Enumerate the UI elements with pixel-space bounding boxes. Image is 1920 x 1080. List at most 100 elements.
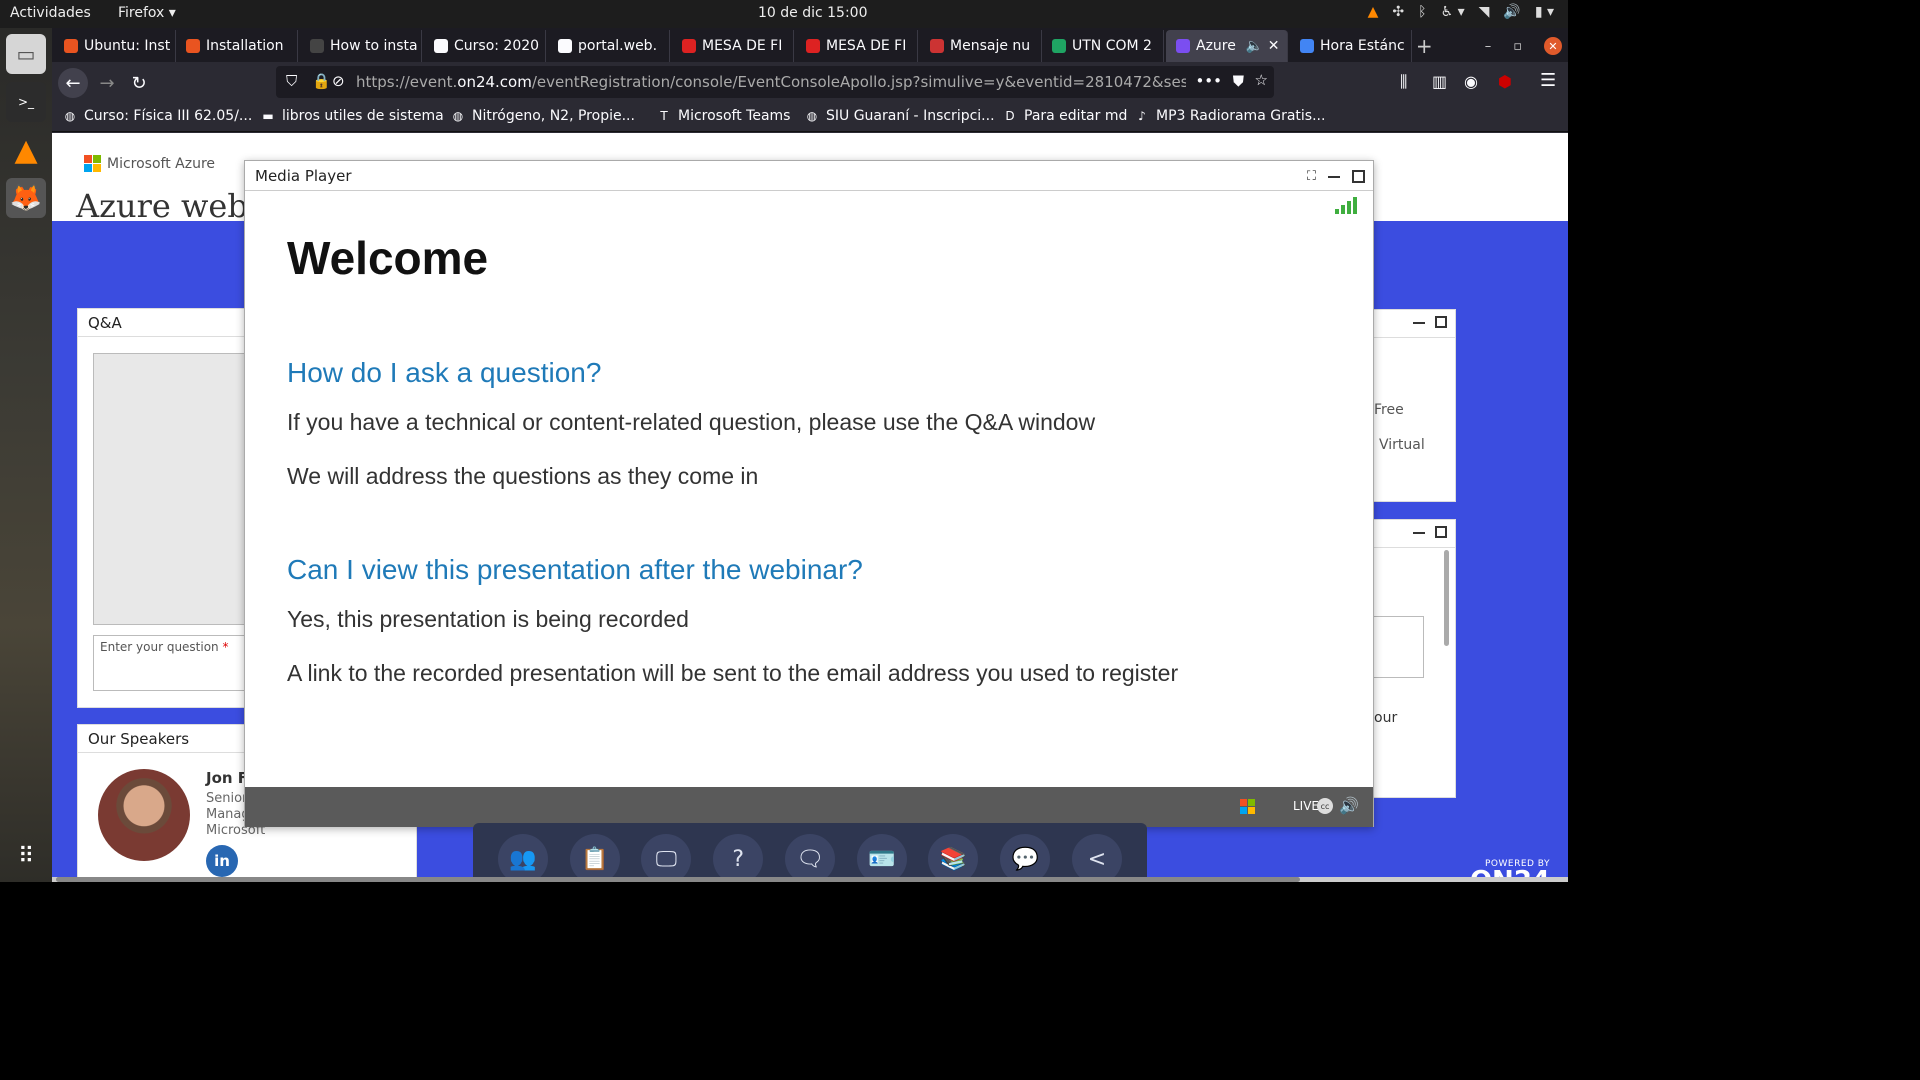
browser-tab[interactable]: Hora Estánc [1290,30,1412,62]
bookmark-item[interactable]: ◍ SIU Guaraní - Inscripci... [804,108,995,124]
browser-tab[interactable]: portal.web. [548,30,670,62]
people-icon[interactable]: 👥 [497,834,548,882]
browser-tab[interactable]: Azure 🔈 ✕ [1166,30,1288,62]
url-text[interactable]: https://event.on24.com/eventRegistration… [356,73,1186,91]
closed-captions-icon[interactable]: cc [1317,798,1333,814]
browser-tab[interactable]: Mensaje nu [920,30,1042,62]
bookmark-item[interactable]: ♪ MP3 Radiorama Gratis... [1134,108,1325,124]
microsoft-logo-icon [1240,799,1255,814]
battery-icon[interactable]: ▮ ▾ [1535,4,1554,20]
browser-tab[interactable]: Installation [176,30,298,62]
bookmarks-toolbar: ◍ Curso: Física III 62.05/... ▬ libros util… [52,102,1568,132]
browser-tab[interactable]: MESA DE FI [672,30,794,62]
vlc-icon[interactable]: ▲ [6,130,46,170]
contact-card-icon[interactable]: 🪪 [856,834,907,882]
vlc-tray-icon[interactable]: ▲ [1368,4,1379,20]
maximize-panel-icon[interactable] [1352,170,1365,183]
close-icon[interactable]: ✕ [1544,37,1562,55]
panel-scrollbar[interactable] [1444,550,1449,646]
qa-messages-area[interactable] [93,353,253,625]
speaker-qa-icon[interactable]: 🗨 [784,834,835,882]
forward-icon[interactable]: → [92,68,122,98]
firefox-icon[interactable]: 🦊 [6,178,46,218]
lock-icon[interactable]: 🔒 [312,72,331,90]
bookmark-star-icon[interactable]: ☆ [1255,71,1268,89]
clipboard-icon[interactable]: 📋 [569,834,620,882]
url-bar[interactable]: ⛉ 🔒 ⊘ https://event.on24.com/eventRegist… [276,66,1274,98]
app-menu[interactable]: Firefox ▾ [118,5,176,21]
minimize-panel-icon[interactable] [1413,322,1425,324]
page-actions-icon[interactable]: ••• [1195,72,1222,90]
tab-label: Installation [206,38,284,54]
bookmark-item[interactable]: T Microsoft Teams [656,108,790,124]
pocket-icon[interactable]: ⛊ [1233,72,1244,90]
new-tab-button[interactable]: + [1416,34,1433,58]
tab-close-icon[interactable]: 🔈 ✕ [1246,38,1280,54]
horizontal-scrollbar[interactable] [52,877,1568,882]
right-panel-1: Free Virtual [1374,309,1456,502]
volume-icon[interactable]: 🔊 [1503,4,1520,20]
bookmark-item[interactable]: ◍ Nitrógeno, N2, Propie... [450,108,635,124]
teams-icon: T [660,109,668,123]
tab-label: portal.web. [578,38,658,54]
bookmark-label: SIU Guaraní - Inscripci... [826,108,995,124]
browser-tab[interactable]: MESA DE FI [796,30,918,62]
sidebar-icon[interactable]: ▥ [1432,72,1447,91]
network-tray-icon[interactable]: ✣ [1392,4,1404,20]
minimize-panel-icon[interactable] [1413,532,1425,534]
bookmark-item[interactable]: ▬ libros utiles de sistema [260,108,444,124]
minimize-panel-icon[interactable] [1328,175,1340,178]
system-tray[interactable]: ▲ ✣ ᛒ ♿ ▾ ◥ 🔊 ▮ ▾ [1368,4,1554,20]
wifi-icon[interactable]: ◥ [1479,4,1490,20]
clock[interactable]: 10 de dic 15:00 [758,5,867,21]
tab-label: Hora Estánc [1320,38,1405,54]
tab-favicon-icon [186,39,200,53]
browser-window: Ubuntu: Inst Installation How to insta Curs… [52,28,1568,882]
share-icon[interactable]: < [1072,834,1122,882]
panel-input[interactable] [1374,616,1424,678]
media-player-controls: ⛶ [1307,169,1365,184]
browser-tab[interactable]: How to insta [300,30,422,62]
bluetooth-icon[interactable]: ᛒ [1418,4,1426,20]
bookmark-item[interactable]: D Para editar md [1002,108,1127,124]
account-icon[interactable]: ◉ [1464,72,1478,91]
maximize-panel-icon[interactable] [1435,316,1447,328]
activities-button[interactable]: Actividades [10,5,91,21]
menu-icon[interactable]: ☰ [1540,70,1556,91]
back-icon[interactable]: ← [58,68,88,98]
terminal-icon[interactable]: >_ [6,82,46,122]
help-icon[interactable]: ? [713,834,764,882]
resources-icon[interactable]: 📚 [928,834,979,882]
slide-answer-1a: If you have a technical or content-relat… [287,409,1096,435]
panel-text: our [1374,710,1398,726]
linkedin-icon[interactable]: in [206,845,238,877]
bookmark-label: libros utiles de sistema [282,108,444,124]
library-icon[interactable]: ⫼ [1400,72,1407,92]
presentation-icon[interactable]: 🖵 [641,834,692,882]
fullscreen-icon[interactable]: ⛶ [1307,169,1316,184]
show-apps-icon[interactable]: ⠿ [6,836,46,876]
live-indicator: LIVE [1292,799,1319,813]
reload-icon[interactable]: ↻ [124,68,154,98]
question-input[interactable]: Enter your question * [93,635,253,691]
shield-icon[interactable]: ⛉ [286,72,297,90]
volume-icon[interactable]: 🔊 [1339,796,1359,815]
ublock-icon[interactable]: ⬢ [1498,72,1512,91]
permissions-icon[interactable]: ⊘ [332,72,345,90]
browser-tab[interactable]: Ubuntu: Inst [54,30,176,62]
bookmark-item[interactable]: ◍ Curso: Física III 62.05/... [62,108,253,124]
maximize-panel-icon[interactable] [1435,526,1447,538]
slide-title: Welcome [287,232,489,284]
music-icon: ♪ [1138,109,1146,123]
globe-icon: ◍ [64,109,76,123]
browser-tab[interactable]: UTN COM 2 [1042,30,1164,62]
restore-icon[interactable]: ▫ [1513,39,1522,54]
minimize-icon[interactable]: – [1485,39,1492,54]
accessibility-icon[interactable]: ♿ ▾ [1441,4,1465,20]
window-controls: + – ▫ ✕ [1416,34,1562,58]
files-icon[interactable]: ▭ [6,34,46,74]
slide-answer-1b: We will address the questions as they co… [287,463,759,489]
browser-tab[interactable]: Curso: 2020 [424,30,546,62]
signal-strength-icon [1335,197,1357,214]
chat-icon[interactable]: 💬 [1000,834,1051,882]
